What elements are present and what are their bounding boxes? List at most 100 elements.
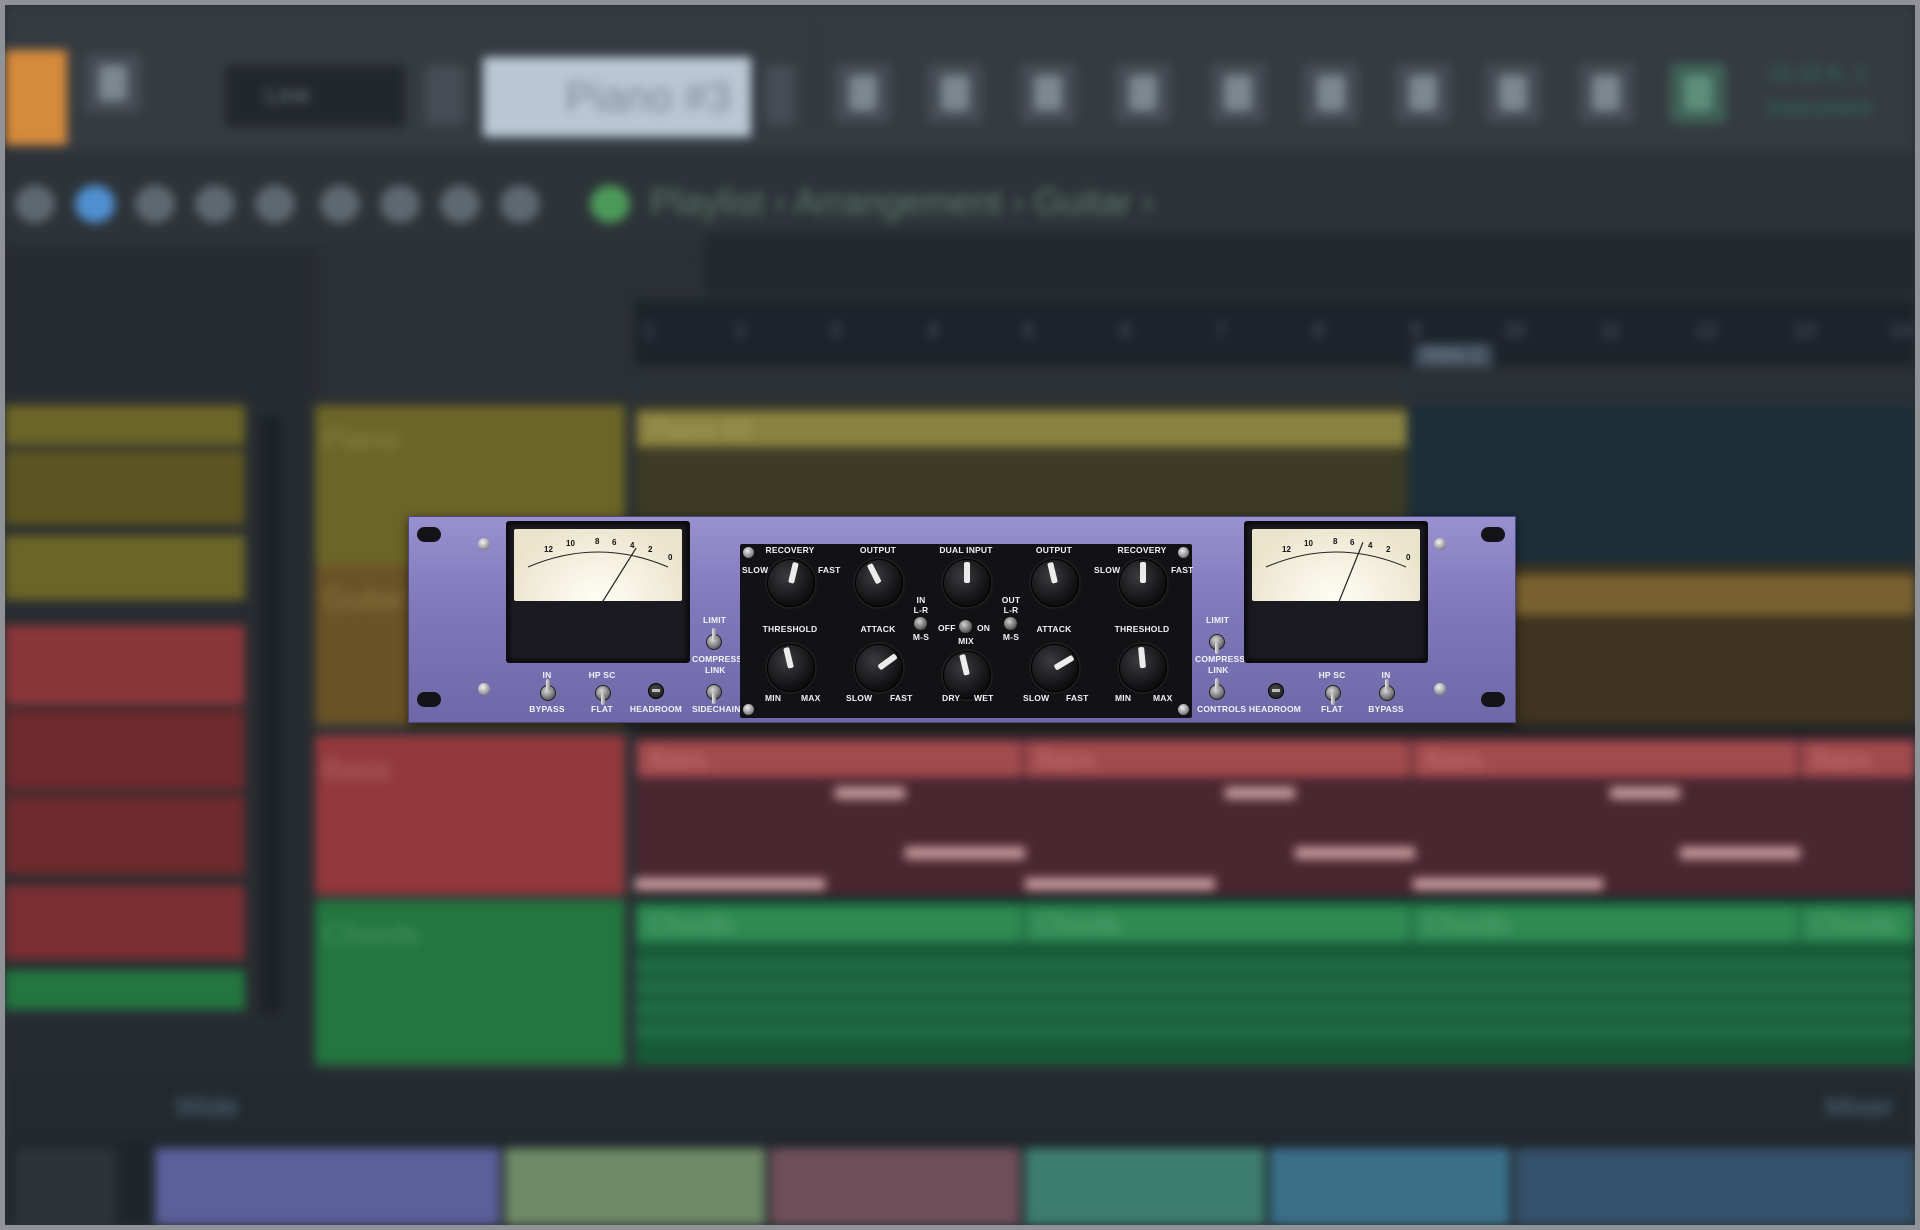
- snap-mode-select[interactable]: Line: [225, 65, 405, 127]
- slow-label: SLOW: [742, 565, 769, 575]
- wet-label: WET: [974, 693, 994, 703]
- track-header-bass[interactable]: Bass: [315, 735, 625, 895]
- headroom-led-left[interactable]: [648, 683, 664, 699]
- ruler-number: 6: [1120, 320, 1132, 342]
- playlist-lanes[interactable]: Piano #2 Bass Bass Bass Bass Chords Chor…: [635, 405, 1915, 1065]
- rack-slot: [417, 692, 441, 707]
- plugin-icon[interactable]: [1395, 63, 1451, 123]
- mix-on-off-toggle[interactable]: [959, 620, 972, 633]
- slice-tool-icon[interactable]: [320, 185, 360, 223]
- meter-tick: 8: [1333, 537, 1338, 546]
- rack-slot: [417, 527, 441, 542]
- meter-tick: 12: [544, 545, 553, 554]
- pencil-tool-icon[interactable]: [15, 185, 55, 223]
- ruler-number: 12: [1695, 320, 1718, 342]
- dry-label: DRY: [942, 693, 961, 703]
- clip-bass[interactable]: Bass: [1413, 741, 1798, 777]
- file-icon[interactable]: [1303, 63, 1359, 123]
- out-label: OUT: [1001, 595, 1021, 605]
- clip-chords[interactable]: Chords: [1801, 906, 1915, 942]
- slip-tool-icon[interactable]: [255, 185, 295, 223]
- next-pattern-button[interactable]: [765, 65, 795, 125]
- meter-tick: 0: [668, 553, 673, 562]
- left-meter-face: 12 10 8 6 4 2 0: [514, 529, 682, 601]
- clip-bass[interactable]: Bass: [1801, 741, 1915, 777]
- brush-tool-icon[interactable]: [75, 185, 115, 223]
- ruler-number: 5: [1023, 320, 1035, 342]
- cut-icon[interactable]: [1578, 63, 1634, 123]
- app-menu-button[interactable]: [5, 50, 67, 145]
- ms-label: M-S: [912, 632, 930, 642]
- bypass-toggle-right[interactable]: [1379, 679, 1395, 701]
- playback-tool-icon[interactable]: [500, 185, 540, 223]
- threshold-knob-left[interactable]: [767, 644, 815, 692]
- mixer-icon[interactable]: [1115, 63, 1171, 123]
- left-meter-needle: [602, 547, 637, 601]
- attack-knob-right[interactable]: [1031, 644, 1079, 692]
- recovery-label: RECOVERY: [1117, 545, 1167, 555]
- clip-chords[interactable]: Chords: [637, 906, 1022, 942]
- output-mode-toggle[interactable]: [1004, 617, 1017, 630]
- hp-sc-toggle-left[interactable]: [595, 685, 611, 705]
- dual-input-knob[interactable]: [943, 559, 991, 607]
- clip-chords[interactable]: Chords: [1413, 906, 1798, 942]
- ruler-number: 2: [735, 320, 747, 342]
- playlist-icon[interactable]: [835, 63, 891, 123]
- ruler-number: 13: [1793, 320, 1816, 342]
- limit-compress-toggle[interactable]: [706, 628, 722, 650]
- max-label: MAX: [1153, 693, 1173, 703]
- tempo-icon[interactable]: [1485, 63, 1541, 123]
- clip-bass[interactable]: Bass: [637, 741, 1022, 777]
- channel-rack-icon[interactable]: [1020, 63, 1076, 123]
- output-knob-left[interactable]: [855, 559, 903, 607]
- dual-input-label: DUAL INPUT: [939, 545, 993, 555]
- prev-pattern-button[interactable]: [425, 65, 465, 125]
- select-tool-icon[interactable]: [380, 185, 420, 223]
- link-sidechain-toggle[interactable]: [706, 684, 722, 704]
- browser-icon[interactable]: [1210, 63, 1266, 123]
- on-label: ON: [977, 623, 991, 633]
- online-icon[interactable]: [1670, 63, 1726, 123]
- screw: [743, 704, 754, 715]
- right-meter-face: 12 10 8 6 4 2 0: [1252, 529, 1420, 601]
- timeline-ruler[interactable]: 1 2 3 4 5 6 7 8 9 10 11 12 13 14 Intro 1: [635, 300, 1915, 367]
- lr-label: L-R: [913, 605, 929, 615]
- meter-tick: 0: [1406, 553, 1411, 562]
- zoom-tool-icon[interactable]: [440, 185, 480, 223]
- track-header-chords[interactable]: Chords: [315, 900, 625, 1065]
- pattern-selector[interactable]: Piano #3: [483, 57, 751, 137]
- clip-chords[interactable]: Chords: [1025, 906, 1410, 942]
- attack-knob-left[interactable]: [855, 644, 903, 692]
- link-controls-toggle[interactable]: [1209, 678, 1225, 700]
- limit-compress-toggle-right[interactable]: [1209, 634, 1225, 654]
- mix-label: MIX: [958, 636, 974, 646]
- screw: [1434, 538, 1446, 550]
- headroom-led-right[interactable]: [1268, 683, 1284, 699]
- headroom-label: HEADROOM: [629, 704, 683, 714]
- threshold-knob-right[interactable]: [1119, 644, 1167, 692]
- recovery-knob-left[interactable]: [767, 559, 815, 607]
- person-icon[interactable]: [85, 53, 141, 113]
- piano-roll-icon[interactable]: [927, 63, 983, 123]
- delete-tool-icon[interactable]: [135, 185, 175, 223]
- ruler-number: 11: [1600, 320, 1621, 342]
- ruler-number: 9: [1410, 320, 1422, 342]
- ruler-number: 10: [1503, 320, 1526, 342]
- min-label: MIN: [1115, 693, 1132, 703]
- intro-marker[interactable]: Intro 1: [1415, 344, 1492, 367]
- hp-sc-toggle-right[interactable]: [1325, 685, 1341, 705]
- timeline-overview[interactable]: [705, 233, 1915, 293]
- clip-piano[interactable]: Piano #2: [637, 411, 1407, 447]
- input-mode-toggle[interactable]: [914, 617, 927, 630]
- bypass-toggle-left[interactable]: [540, 679, 556, 701]
- clip-bass[interactable]: Bass: [1025, 741, 1410, 777]
- compress-label: COMPRESS: [1195, 654, 1246, 664]
- recovery-knob-right[interactable]: [1119, 559, 1167, 607]
- meter-tick: 4: [630, 541, 635, 550]
- output-knob-right[interactable]: [1031, 559, 1079, 607]
- meter-tick: 6: [612, 538, 617, 547]
- mix-knob[interactable]: [943, 651, 991, 699]
- mute-tool-icon[interactable]: [195, 185, 235, 223]
- recovery-label: RECOVERY: [765, 545, 815, 555]
- slow-label: SLOW: [846, 693, 873, 703]
